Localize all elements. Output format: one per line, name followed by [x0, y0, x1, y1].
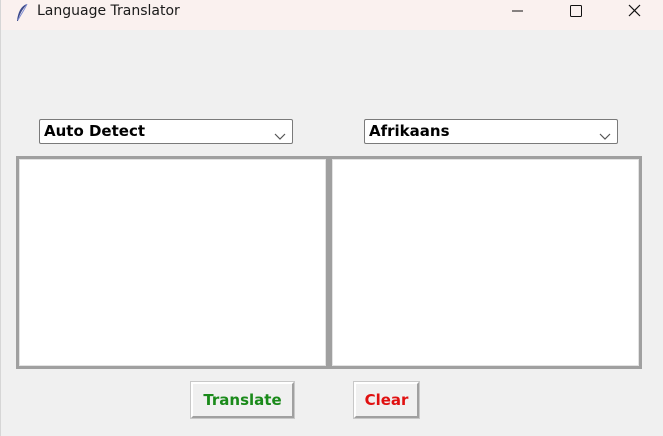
source-language-value: Auto Detect	[44, 122, 146, 140]
app-window: Language Translator Auto Detect Afrikaan…	[0, 0, 663, 436]
feather-icon	[15, 3, 29, 23]
window-title: Language Translator	[37, 3, 180, 19]
target-language-value: Afrikaans	[369, 122, 450, 140]
target-language-select[interactable]: Afrikaans	[364, 119, 618, 144]
title-bar[interactable]: Language Translator	[1, 0, 663, 30]
source-language-select[interactable]: Auto Detect	[39, 119, 293, 144]
chevron-down-icon	[274, 127, 286, 140]
chevron-down-icon	[599, 127, 611, 140]
translate-button[interactable]: Translate	[190, 381, 295, 419]
input-text-area[interactable]	[16, 156, 329, 369]
clear-button[interactable]: Clear	[353, 381, 420, 419]
close-button[interactable]	[611, 0, 657, 30]
maximize-button[interactable]	[552, 0, 598, 30]
output-text-area[interactable]	[329, 156, 642, 369]
minimize-button[interactable]	[494, 0, 540, 30]
